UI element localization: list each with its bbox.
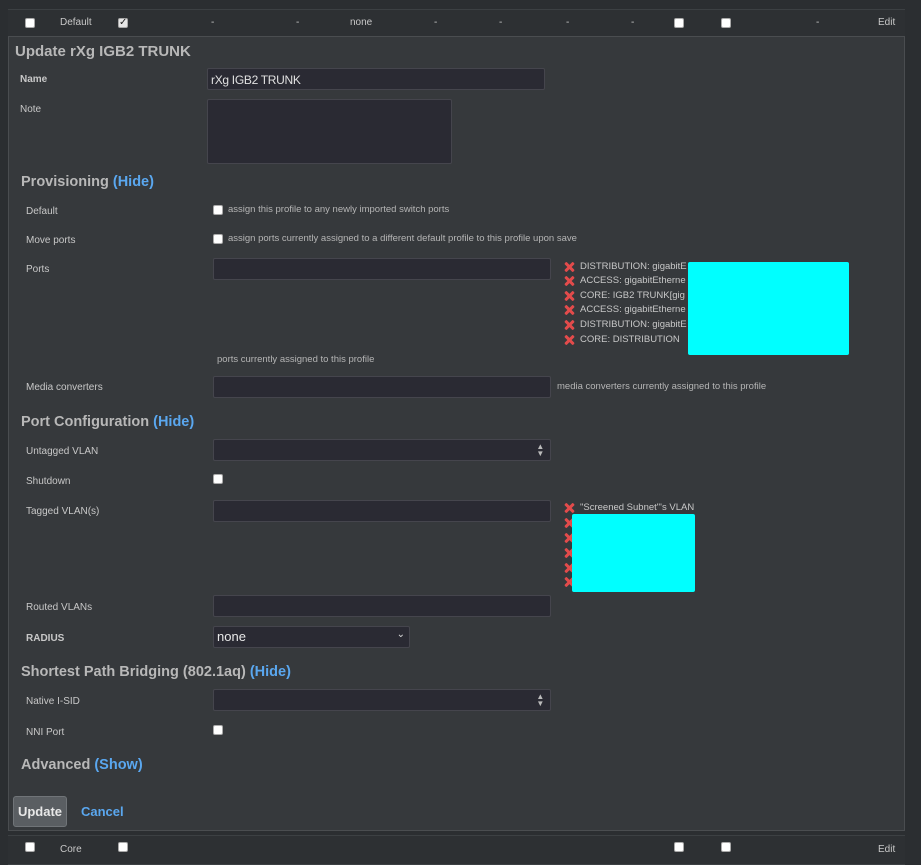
remove-icon[interactable] (563, 319, 575, 331)
port-item: CORE: IGB2 TRUNK[gig (580, 290, 685, 301)
remove-icon[interactable] (563, 290, 575, 302)
port-item: ACCESS: gigabitEtherne (580, 304, 686, 315)
remove-icon[interactable] (563, 304, 575, 316)
advanced-toggle[interactable]: (Show) (94, 757, 142, 773)
row-select-checkbox[interactable] (25, 18, 35, 28)
row-flag-checkbox (721, 18, 731, 28)
spinner-icon: ▲ ▼ (536, 692, 544, 708)
row-flag-checkbox (674, 18, 684, 28)
ports-hint: ports currently assigned to this profile (217, 354, 375, 365)
provisioning-toggle[interactable]: (Hide) (113, 174, 154, 190)
native-isid-input[interactable]: ▲ ▼ (213, 689, 551, 711)
redaction-block (688, 262, 849, 355)
name-label: Name (20, 74, 48, 85)
move-ports-hint: assign ports currently assigned to a dif… (228, 233, 577, 244)
radius-selected-value: none (217, 629, 246, 644)
media-converters-hint: media converters currently assigned to t… (557, 381, 767, 392)
tagged-vlans-label: Tagged VLAN(s) (26, 506, 100, 517)
routed-vlans-label: Routed VLANs (26, 602, 93, 613)
row-name: Core (60, 844, 82, 855)
native-isid-label: Native I-SID (26, 696, 80, 707)
provisioning-title: Provisioning (21, 174, 109, 190)
advanced-title: Advanced (21, 757, 91, 773)
radius-label: RADIUS (26, 633, 65, 644)
redaction-block (572, 514, 695, 592)
row-flag-checkbox (721, 842, 731, 852)
row-flag-checkbox (674, 842, 684, 852)
spinner-icon: ▲ ▼ (536, 442, 544, 458)
spb-title: Shortest Path Bridging (802.1aq) (21, 664, 246, 680)
media-converters-input[interactable] (213, 376, 551, 398)
ports-input[interactable] (213, 258, 551, 280)
tagged-vlans-input[interactable] (213, 500, 551, 522)
remove-icon[interactable] (563, 275, 575, 287)
cancel-link[interactable]: Cancel (81, 804, 124, 819)
move-ports-label: Move ports (26, 235, 76, 246)
row-col: none (350, 17, 373, 28)
nni-port-checkbox[interactable] (213, 725, 223, 735)
name-input[interactable]: rXg IGB2 TRUNK (207, 68, 545, 90)
profile-row-default: Default - - none - - - - - Edit (8, 9, 905, 39)
row-col: - (566, 17, 570, 28)
note-label: Note (20, 104, 42, 115)
row-col: - (631, 17, 635, 28)
row-col: - (211, 17, 215, 28)
shutdown-checkbox[interactable] (213, 474, 223, 484)
row-select-checkbox[interactable] (25, 842, 35, 852)
row-col: - (499, 17, 503, 28)
default-checkbox[interactable] (213, 205, 223, 215)
row-col: - (816, 17, 820, 28)
default-hint: assign this profile to any newly importe… (228, 204, 450, 215)
port-item: ACCESS: gigabitEtherne (580, 275, 686, 286)
update-profile-panel: Update rXg IGB2 TRUNK Name rXg IGB2 TRUN… (8, 36, 905, 831)
profile-row-core: Core Edit (8, 835, 905, 865)
spb-toggle[interactable]: (Hide) (250, 664, 291, 680)
untagged-vlan-input[interactable]: ▲ ▼ (213, 439, 551, 461)
routed-vlans-input[interactable] (213, 595, 551, 617)
update-button[interactable]: Update (13, 796, 67, 827)
advanced-heading: Advanced (Show) (21, 757, 143, 773)
media-converters-label: Media converters (26, 382, 103, 393)
row-edit-link[interactable]: Edit (878, 844, 895, 855)
remove-icon[interactable] (563, 334, 575, 346)
port-item: DISTRIBUTION: gigabitE (580, 261, 687, 272)
form-title: Update rXg IGB2 TRUNK (15, 43, 191, 60)
shutdown-label: Shutdown (26, 476, 71, 487)
port-config-toggle[interactable]: (Hide) (153, 414, 194, 430)
port-item: CORE: DISTRIBUTION (580, 334, 680, 345)
port-config-title: Port Configuration (21, 414, 150, 430)
port-config-heading: Port Configuration (Hide) (21, 414, 194, 430)
remove-icon[interactable] (563, 261, 575, 273)
row-col: - (296, 17, 300, 28)
row-edit-link[interactable]: Edit (878, 17, 895, 28)
row-default-checkbox (118, 16, 128, 30)
remove-icon[interactable] (563, 502, 575, 514)
default-label: Default (26, 206, 58, 217)
untagged-vlan-label: Untagged VLAN (26, 446, 99, 457)
radius-select[interactable]: none ⌄ (213, 626, 410, 648)
move-ports-checkbox[interactable] (213, 234, 223, 244)
row-name: Default (60, 17, 92, 28)
port-item: DISTRIBUTION: gigabitE (580, 319, 687, 330)
provisioning-heading: Provisioning (Hide) (21, 174, 154, 190)
row-default-checkbox (118, 842, 128, 852)
nni-port-label: NNI Port (26, 727, 65, 738)
note-textarea[interactable] (207, 99, 452, 164)
chevron-down-icon: ⌄ (396, 629, 405, 640)
row-col: - (434, 17, 438, 28)
vlan-item: "Screened Subnet"'s VLAN (580, 502, 695, 513)
ports-label: Ports (26, 264, 50, 275)
spb-heading: Shortest Path Bridging (802.1aq) (Hide) (21, 664, 291, 680)
